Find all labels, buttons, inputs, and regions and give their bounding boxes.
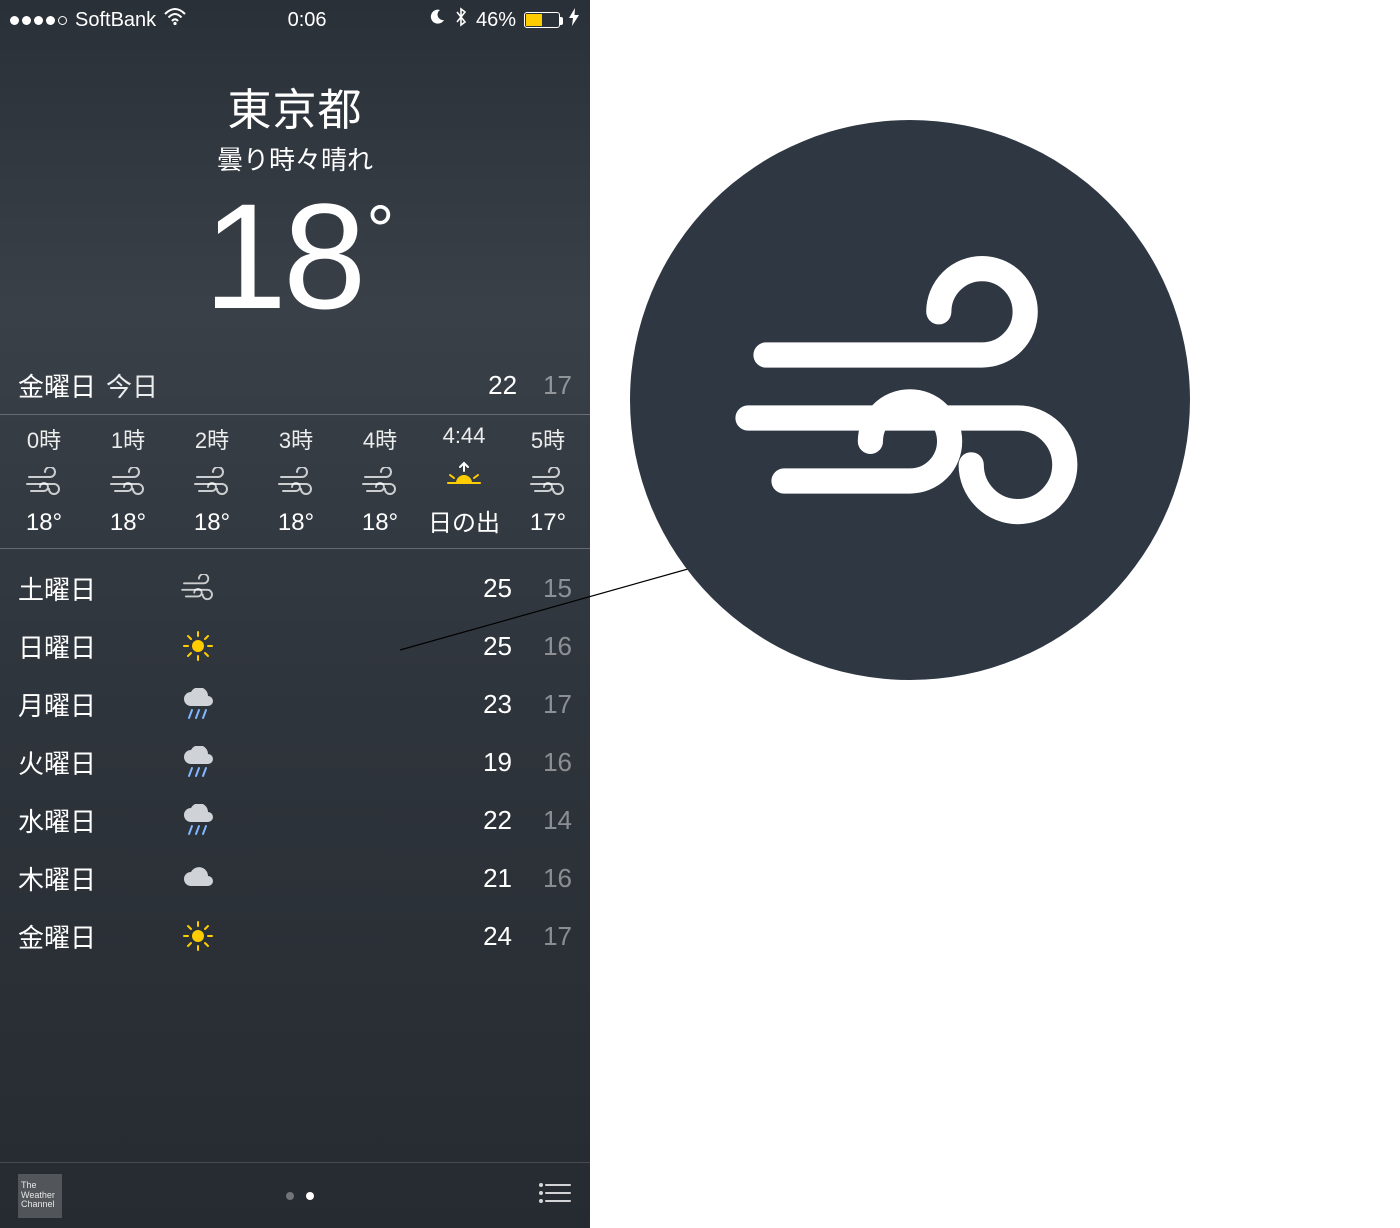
status-right: 46%: [428, 7, 580, 33]
day-high: 24: [452, 921, 512, 952]
day-low: 16: [512, 747, 572, 778]
page-dot-active: [306, 1192, 314, 1200]
current-temperature: 18°: [0, 181, 590, 331]
day-high: 25: [452, 573, 512, 604]
wind-icon: [276, 467, 316, 497]
wind-icon: [168, 574, 228, 602]
footer-bar: The Weather Channel: [0, 1162, 590, 1228]
day-name: 月曜日: [18, 686, 168, 723]
day-name: 土曜日: [18, 570, 168, 607]
today-label: 今日: [106, 367, 158, 404]
day-low: 17: [512, 921, 572, 952]
hour-label: 5時: [531, 423, 565, 455]
battery-percent-label: 46%: [476, 9, 516, 32]
hour-temp: 18°: [362, 509, 398, 537]
today-low: 17: [543, 370, 572, 401]
hour-label: 3時: [279, 423, 313, 455]
daily-row: 金曜日 24 17: [18, 907, 572, 965]
rain-icon: [168, 746, 228, 778]
hour-col: 3時 18°: [254, 423, 338, 538]
hour-col: 4時 18°: [338, 423, 422, 538]
day-high: 22: [452, 805, 512, 836]
hour-col: 0時 18°: [0, 423, 86, 538]
callout-circle: [630, 120, 1190, 680]
hour-temp: 18°: [194, 509, 230, 537]
attribution-line: Channel: [21, 1200, 55, 1209]
rain-icon: [168, 804, 228, 836]
hour-col: 4:44 日の出: [422, 423, 506, 538]
sun-icon: [168, 630, 228, 662]
page-dot: [286, 1192, 294, 1200]
today-summary: 金曜日 今日 22 17: [0, 361, 590, 415]
day-low: 15: [512, 573, 572, 604]
hour-col: 1時 18°: [86, 423, 170, 538]
hour-label: 1時: [111, 423, 145, 455]
charging-icon: [568, 8, 580, 32]
carrier-label: SoftBank: [75, 9, 156, 32]
status-bar: SoftBank 0:06 46%: [0, 0, 590, 34]
wind-icon: [730, 250, 1090, 550]
bluetooth-icon: [454, 7, 468, 33]
wind-icon: [528, 467, 568, 497]
signal-strength-icon: [10, 16, 67, 25]
daily-row: 月曜日 23 17: [18, 675, 572, 733]
day-high: 23: [452, 689, 512, 720]
day-name: 金曜日: [18, 918, 168, 955]
cloud-icon: [168, 866, 228, 890]
daily-row: 土曜日 25 15: [18, 559, 572, 617]
hour-col: 2時 18°: [170, 423, 254, 538]
status-time: 0:06: [288, 9, 327, 32]
daily-row: 火曜日 19 16: [18, 733, 572, 791]
day-name: 水曜日: [18, 802, 168, 839]
day-high: 25: [452, 631, 512, 662]
wifi-icon: [164, 8, 186, 32]
day-low: 17: [512, 689, 572, 720]
weather-channel-attribution[interactable]: The Weather Channel: [18, 1174, 62, 1218]
hour-temp: 日の出: [428, 503, 500, 538]
battery-icon: [524, 12, 560, 28]
hour-temp: 18°: [110, 509, 146, 537]
do-not-disturb-icon: [428, 8, 446, 32]
degree-symbol: °: [366, 191, 390, 269]
icon-callout: [630, 120, 1190, 680]
wind-icon: [24, 467, 64, 497]
status-left: SoftBank: [10, 8, 186, 32]
day-name: 日曜日: [18, 628, 168, 665]
hour-label: 0時: [27, 423, 61, 455]
day-high: 19: [452, 747, 512, 778]
hour-temp: 18°: [278, 509, 314, 537]
wind-icon: [192, 467, 232, 497]
hourly-forecast[interactable]: 0時 18° 1時 18° 2時 18° 3時 18° 4時 18° 4:44 …: [0, 415, 590, 549]
hour-temp: 18°: [26, 509, 62, 537]
day-high: 21: [452, 863, 512, 894]
day-low: 16: [512, 631, 572, 662]
weather-app-screen: SoftBank 0:06 46% 東京都 曇り時々晴れ 18: [0, 0, 590, 1228]
sunrise-icon: [444, 461, 484, 491]
day-low: 14: [512, 805, 572, 836]
day-name: 火曜日: [18, 744, 168, 781]
hour-temp: 17°: [530, 509, 566, 537]
city-name: 東京都: [0, 74, 590, 138]
today-high: 22: [488, 370, 517, 401]
today-dayname: 金曜日: [18, 367, 96, 404]
wind-icon: [108, 467, 148, 497]
daily-row: 水曜日 22 14: [18, 791, 572, 849]
hour-label: 4:44: [443, 423, 486, 449]
wind-icon: [360, 467, 400, 497]
hour-label: 2時: [195, 423, 229, 455]
daily-row: 木曜日 21 16: [18, 849, 572, 907]
rain-icon: [168, 688, 228, 720]
daily-row: 日曜日 25 16: [18, 617, 572, 675]
daily-forecast[interactable]: 土曜日 25 15 日曜日 25 16 月曜日 23 17 火曜日 19 16: [0, 549, 590, 1162]
hour-label: 4時: [363, 423, 397, 455]
page-indicator[interactable]: [286, 1192, 314, 1200]
day-name: 木曜日: [18, 860, 168, 897]
locations-list-button[interactable]: [538, 1181, 572, 1210]
temp-value: 18: [204, 172, 363, 340]
current-weather: 東京都 曇り時々晴れ 18°: [0, 34, 590, 361]
sun-icon: [168, 920, 228, 952]
hour-col: 5時 17°: [506, 423, 590, 538]
day-low: 16: [512, 863, 572, 894]
